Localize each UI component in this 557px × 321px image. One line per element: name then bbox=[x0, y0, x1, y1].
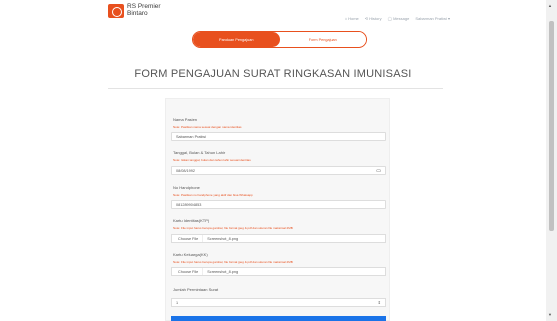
jumlah-value: 1 bbox=[176, 300, 179, 305]
nav-message-label: Message bbox=[393, 16, 410, 21]
ktp-file-name: Screenshot_8.png bbox=[207, 236, 239, 241]
message-icon: ◯ bbox=[387, 16, 393, 21]
nama-note: Note: Pastikan nama sesuai dengan nama i… bbox=[173, 125, 242, 129]
kk-file-name: Screenshot_8.png bbox=[207, 269, 239, 274]
jumlah-select[interactable]: 1 ⇕ bbox=[171, 298, 386, 307]
submit-button[interactable] bbox=[171, 316, 386, 321]
nama-input[interactable]: Sabarman Pratiwi bbox=[171, 132, 386, 141]
scrollbar-thumb[interactable] bbox=[549, 21, 554, 231]
nav-home[interactable]: ⌂ Home bbox=[345, 16, 359, 21]
ttl-input[interactable]: 08/08/1992 ▭ bbox=[171, 166, 386, 175]
kk-choose-file-button[interactable]: Choose File bbox=[174, 268, 204, 275]
kk-note: Note: File input harus berupa gambar, fi… bbox=[173, 260, 293, 264]
calendar-icon[interactable]: ▭ bbox=[376, 168, 381, 174]
nav-history-label: History bbox=[369, 16, 382, 21]
step-panduan[interactable]: Panduan Pengajuan bbox=[193, 32, 280, 47]
brand-name[interactable]: RS Premier Bintaro bbox=[127, 3, 161, 17]
ttl-note: Note: Isikan tanggal, bulan dan tahun la… bbox=[173, 158, 251, 162]
ttl-label: Tanggal, Bulan & Tahun Lahir bbox=[173, 150, 226, 155]
scroll-down-icon[interactable]: ▼ bbox=[548, 312, 552, 317]
home-icon: ⌂ bbox=[344, 16, 348, 21]
title-divider bbox=[108, 88, 443, 89]
brand-line-1: RS Premier bbox=[127, 3, 161, 10]
nama-label: Nama Pasien bbox=[173, 117, 198, 122]
kk-label: Kartu Keluarga(KK) bbox=[173, 252, 208, 257]
hp-label: No Handphone bbox=[173, 185, 200, 190]
top-nav: ⌂ Home ⟲ History ◯ Message Sabarman Pratiwi… bbox=[345, 16, 450, 21]
step-form[interactable]: Form Pengajuan bbox=[279, 32, 366, 47]
select-arrows-icon: ⇕ bbox=[377, 300, 381, 305]
hp-input[interactable]: 081289904853 bbox=[171, 200, 386, 209]
jumlah-label: Jumlah Permintaan Surat bbox=[173, 287, 219, 292]
nav-message[interactable]: ◯ Message bbox=[388, 16, 410, 21]
ktp-file-input[interactable]: Choose File Screenshot_8.png bbox=[171, 234, 386, 243]
nav-home-label: Home bbox=[348, 16, 359, 21]
nav-user-menu[interactable]: Sabarman Pratiwi ▾ bbox=[415, 16, 450, 21]
hospital-logo[interactable] bbox=[108, 4, 124, 18]
user-name-label: Sabarman Pratiwi ▾ bbox=[415, 16, 450, 21]
ktp-note: Note: File input harus berupa gambar, fi… bbox=[173, 226, 293, 230]
nav-history[interactable]: ⟲ History bbox=[365, 16, 382, 21]
scroll-up-icon[interactable]: ▲ bbox=[548, 3, 552, 8]
top-header: RS Premier Bintaro ⌂ Home ⟲ History ◯ Messa… bbox=[0, 0, 546, 28]
ttl-value: 08/08/1992 bbox=[176, 168, 196, 173]
brand-line-2: Bintaro bbox=[127, 10, 148, 17]
page-title: FORM PENGAJUAN SURAT RINGKASAN IMUNISASI bbox=[134, 68, 412, 80]
form-steps: Panduan Pengajuan Form Pengajuan bbox=[192, 31, 367, 48]
history-icon: ⟲ bbox=[364, 16, 369, 21]
ktp-label: Kartu Identitas(KTP) bbox=[173, 218, 210, 223]
kk-file-input[interactable]: Choose File Screenshot_8.png bbox=[171, 267, 386, 276]
hp-note: Note: Pastikan no handphone yang aktif d… bbox=[173, 193, 253, 197]
ktp-choose-file-button[interactable]: Choose File bbox=[174, 235, 204, 242]
